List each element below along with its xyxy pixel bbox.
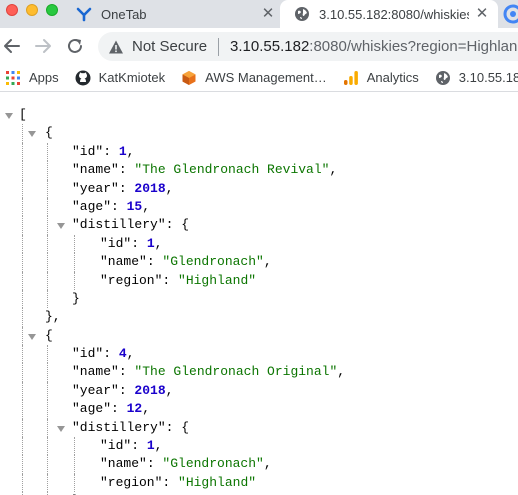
record-age: 12 bbox=[126, 401, 143, 417]
tab-onetab[interactable]: OneTab ✕ bbox=[76, 0, 276, 28]
url-host: 3.10.55.182 bbox=[230, 38, 310, 55]
window-maximize-button[interactable] bbox=[46, 4, 58, 16]
json-line: "age": 12, bbox=[0, 400, 518, 419]
bookmark-label: AWS Management… bbox=[205, 70, 327, 85]
json-line: "year": 2018, bbox=[0, 179, 518, 198]
distillery-region: "Highland" bbox=[178, 272, 257, 288]
bookmark-katkmiotek[interactable]: KatKmiotek bbox=[75, 70, 165, 86]
bookmark-label: Apps bbox=[29, 70, 59, 85]
bookmarks-bar: Apps KatKmiotek AWS Management… Analytic… bbox=[0, 64, 518, 92]
json-line: }, bbox=[0, 308, 518, 327]
tab-title: OneTab bbox=[101, 6, 147, 22]
bookmark-localhost[interactable]: 3.10.55.182:... bbox=[435, 70, 518, 86]
collapse-triangle-icon[interactable] bbox=[28, 333, 36, 340]
record-year: 2018 bbox=[134, 382, 166, 398]
tab-strip: OneTab ✕ 3.10.55.182:8080/whiskies?regio… bbox=[0, 0, 518, 28]
json-line: "name": "The Glendronach Original", bbox=[0, 363, 518, 382]
chrome-icon[interactable] bbox=[503, 4, 518, 24]
json-line: "region": "Highland" bbox=[0, 473, 518, 493]
distillery-name: "Glendronach" bbox=[162, 456, 264, 472]
distillery-region: "Highland" bbox=[178, 474, 257, 490]
url-path: :8080/whiskies?region=Highland bbox=[309, 38, 518, 55]
json-line: { bbox=[0, 326, 518, 346]
reload-icon[interactable] bbox=[65, 36, 85, 56]
address-bar[interactable]: Not Secure 3.10.55.182 :8080/whiskies?re… bbox=[98, 32, 518, 61]
close-tab-icon[interactable]: ✕ bbox=[474, 6, 490, 22]
json-line: "distillery": { bbox=[0, 418, 518, 438]
object-open: { bbox=[45, 125, 53, 141]
json-line: "name": "Glendronach", bbox=[0, 455, 518, 474]
bookmark-aws[interactable]: AWS Management… bbox=[181, 70, 327, 86]
json-line: { bbox=[0, 124, 518, 143]
collapse-triangle-icon[interactable] bbox=[5, 113, 13, 119]
collapse-triangle-icon[interactable] bbox=[57, 425, 65, 432]
bookmark-label: 3.10.55.182:... bbox=[458, 70, 518, 85]
json-line: "name": "The Glendronach Revival", bbox=[0, 161, 518, 180]
collapse-triangle-icon[interactable] bbox=[57, 223, 65, 230]
record-name: "The Glendronach Revival" bbox=[134, 162, 330, 178]
apps-grid-icon bbox=[5, 70, 21, 86]
json-line: "name": "Glendronach", bbox=[0, 253, 518, 272]
tab-title: 3.10.55.182:8080/whiskies?region=Highlan… bbox=[319, 6, 469, 22]
security-status-label[interactable]: Not Secure bbox=[132, 38, 207, 55]
address-divider bbox=[218, 37, 220, 56]
bookmark-label: Analytics bbox=[366, 70, 419, 85]
browser-toolbar: Not Secure 3.10.55.182 :8080/whiskies?re… bbox=[0, 28, 518, 64]
array-open: [ bbox=[19, 107, 27, 122]
record-year: 2018 bbox=[134, 180, 166, 196]
record-age: 15 bbox=[126, 198, 143, 214]
bookmark-analytics[interactable]: Analytics bbox=[343, 70, 419, 86]
back-arrow-icon[interactable] bbox=[2, 36, 22, 56]
globe-icon bbox=[294, 6, 310, 22]
object-open: { bbox=[45, 327, 53, 343]
analytics-icon bbox=[343, 70, 359, 86]
github-icon bbox=[75, 70, 91, 86]
json-line: "id": 1, bbox=[0, 234, 518, 254]
record-name: "The Glendronach Original" bbox=[134, 364, 338, 380]
record-id: 4 bbox=[118, 346, 127, 362]
json-line: [ bbox=[0, 106, 518, 124]
warning-triangle-icon[interactable] bbox=[108, 39, 124, 55]
bookmark-apps[interactable]: Apps bbox=[5, 70, 59, 86]
onetab-icon bbox=[76, 6, 92, 22]
collapse-triangle-icon[interactable] bbox=[28, 131, 36, 138]
json-line: "distillery": { bbox=[0, 216, 518, 235]
json-viewer: [ { "id": 1, "name": "The Glendronach Re… bbox=[0, 92, 518, 495]
window-minimize-button[interactable] bbox=[26, 4, 38, 16]
json-line: "age": 15, bbox=[0, 197, 518, 217]
json-line: "year": 2018, bbox=[0, 381, 518, 401]
distillery-name: "Glendronach" bbox=[162, 254, 264, 270]
distillery-id: 1 bbox=[146, 438, 155, 454]
json-line: "id": 1, bbox=[0, 437, 518, 456]
record-id: 1 bbox=[118, 143, 127, 159]
aws-icon bbox=[181, 70, 197, 86]
window-close-button[interactable] bbox=[6, 4, 18, 16]
json-line: "region": "Highland" bbox=[0, 271, 518, 290]
tab-whiskies[interactable]: 3.10.55.182:8080/whiskies?region=Highlan… bbox=[280, 0, 498, 28]
distillery-id: 1 bbox=[146, 235, 155, 251]
forward-arrow-icon[interactable] bbox=[33, 36, 53, 56]
json-line: } bbox=[0, 289, 518, 309]
globe-icon bbox=[435, 70, 451, 86]
close-tab-icon[interactable]: ✕ bbox=[260, 6, 276, 22]
json-line: "id": 4, bbox=[0, 345, 518, 364]
bookmark-label: KatKmiotek bbox=[98, 70, 166, 85]
json-line: "id": 1, bbox=[0, 142, 518, 162]
